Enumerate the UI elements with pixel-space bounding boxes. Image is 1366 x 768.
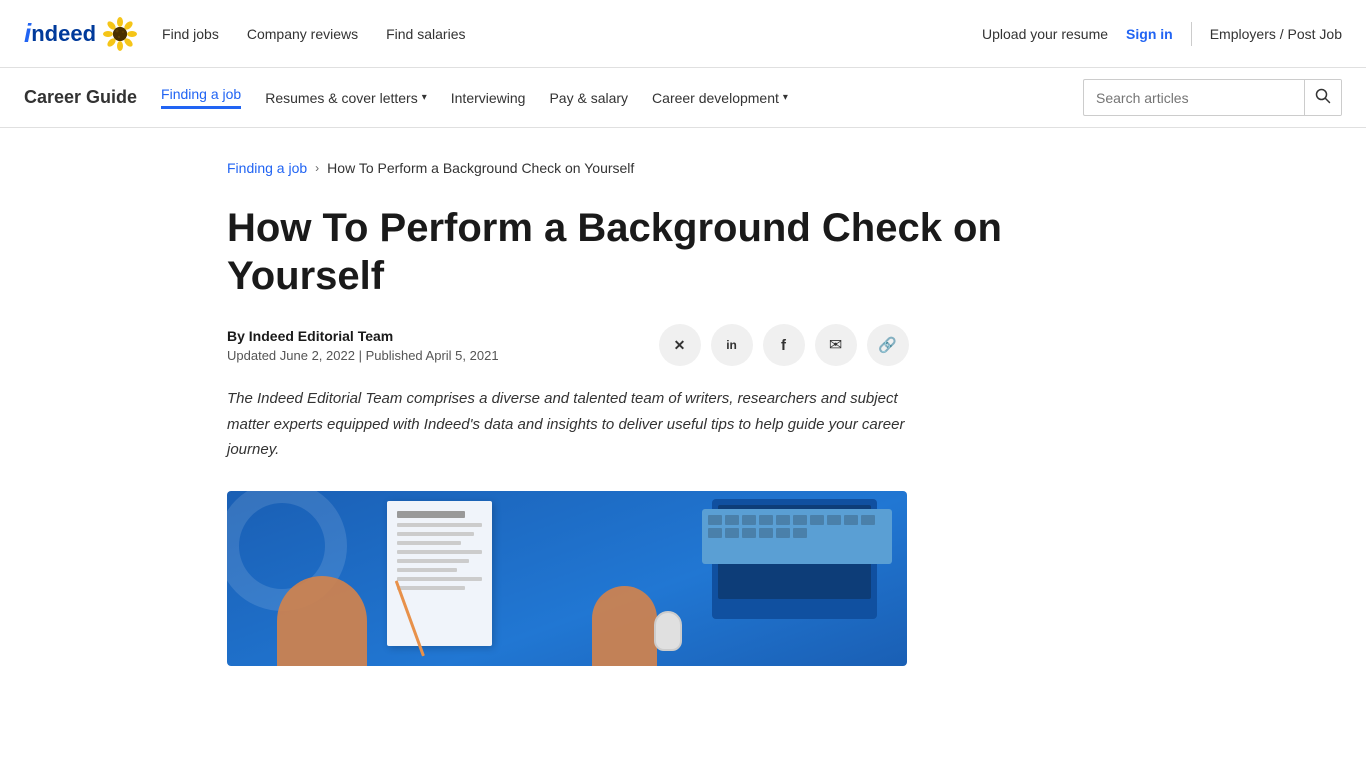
career-guide-title: Career Guide xyxy=(24,87,137,108)
breadcrumb-separator: › xyxy=(315,161,319,175)
author-name: By Indeed Editorial Team xyxy=(227,328,499,344)
search-articles-input[interactable] xyxy=(1084,82,1304,114)
indeed-wordmark[interactable]: i ndeed xyxy=(24,18,96,49)
author-share-row: By Indeed Editorial Team Updated June 2,… xyxy=(227,324,1139,366)
hero-mouse xyxy=(654,611,682,651)
career-dev-dropdown-arrow: ▾ xyxy=(783,92,788,103)
company-reviews-link[interactable]: Company reviews xyxy=(247,26,358,42)
nav-pay-salary[interactable]: Pay & salary xyxy=(549,90,628,106)
nav-resumes[interactable]: Resumes & cover letters ▾ xyxy=(265,90,427,106)
linkedin-share-button[interactable]: in xyxy=(711,324,753,366)
search-articles-wrapper xyxy=(1083,79,1342,116)
email-icon: ✉ xyxy=(829,335,842,355)
email-share-button[interactable]: ✉ xyxy=(815,324,857,366)
nav-divider xyxy=(1191,22,1192,46)
employers-link[interactable]: Employers / Post Job xyxy=(1210,26,1342,42)
find-jobs-link[interactable]: Find jobs xyxy=(162,26,219,42)
logo-rest: ndeed xyxy=(31,21,96,47)
top-nav: i ndeed Find jobs Company reviews xyxy=(0,0,1366,68)
author-dates: Updated June 2, 2022 | Published April 5… xyxy=(227,348,499,363)
top-nav-right: Upload your resume Sign in Employers / P… xyxy=(982,22,1342,46)
author-description: The Indeed Editorial Team comprises a di… xyxy=(227,386,927,463)
article-title: How To Perform a Background Check on You… xyxy=(227,204,1087,300)
hero-document xyxy=(387,501,492,646)
sign-in-button[interactable]: Sign in xyxy=(1126,26,1173,42)
logo-area: i ndeed xyxy=(24,16,138,52)
hero-keyboard xyxy=(702,509,892,564)
resumes-dropdown-arrow: ▾ xyxy=(422,92,427,103)
search-icon xyxy=(1315,88,1331,104)
facebook-icon: f xyxy=(781,337,786,354)
breadcrumb-current: How To Perform a Background Check on You… xyxy=(327,160,634,176)
breadcrumb: Finding a job › How To Perform a Backgro… xyxy=(227,160,1139,176)
linkedin-icon: in xyxy=(726,338,737,352)
nav-career-development[interactable]: Career development ▾ xyxy=(652,90,788,106)
hero-left-hand xyxy=(277,576,367,666)
copy-link-button[interactable]: 🔗 xyxy=(867,324,909,366)
link-icon: 🔗 xyxy=(878,336,897,354)
hero-image xyxy=(227,491,907,666)
author-name-text: Indeed Editorial Team xyxy=(249,328,393,344)
top-nav-links: Find jobs Company reviews Find salaries xyxy=(162,26,982,42)
sunflower-icon xyxy=(102,16,138,52)
career-nav-links: Finding a job Resumes & cover letters ▾ … xyxy=(161,86,1083,109)
upload-resume-link[interactable]: Upload your resume xyxy=(982,26,1108,42)
twitter-share-button[interactable]: ✕ xyxy=(659,324,701,366)
logo-i-letter: i xyxy=(24,18,31,49)
find-salaries-link[interactable]: Find salaries xyxy=(386,26,465,42)
facebook-share-button[interactable]: f xyxy=(763,324,805,366)
career-guide-nav: Career Guide Finding a job Resumes & cov… xyxy=(0,68,1366,128)
breadcrumb-parent-link[interactable]: Finding a job xyxy=(227,160,307,176)
hero-right-hand xyxy=(592,586,657,666)
author-info: By Indeed Editorial Team Updated June 2,… xyxy=(227,328,499,363)
share-buttons: ✕ in f ✉ 🔗 xyxy=(659,324,909,366)
nav-interviewing[interactable]: Interviewing xyxy=(451,90,526,106)
main-content: Finding a job › How To Perform a Backgro… xyxy=(203,128,1163,706)
author-prefix: By xyxy=(227,328,249,344)
search-articles-button[interactable] xyxy=(1304,80,1341,115)
twitter-icon: ✕ xyxy=(674,337,686,354)
nav-finding-a-job[interactable]: Finding a job xyxy=(161,86,241,109)
